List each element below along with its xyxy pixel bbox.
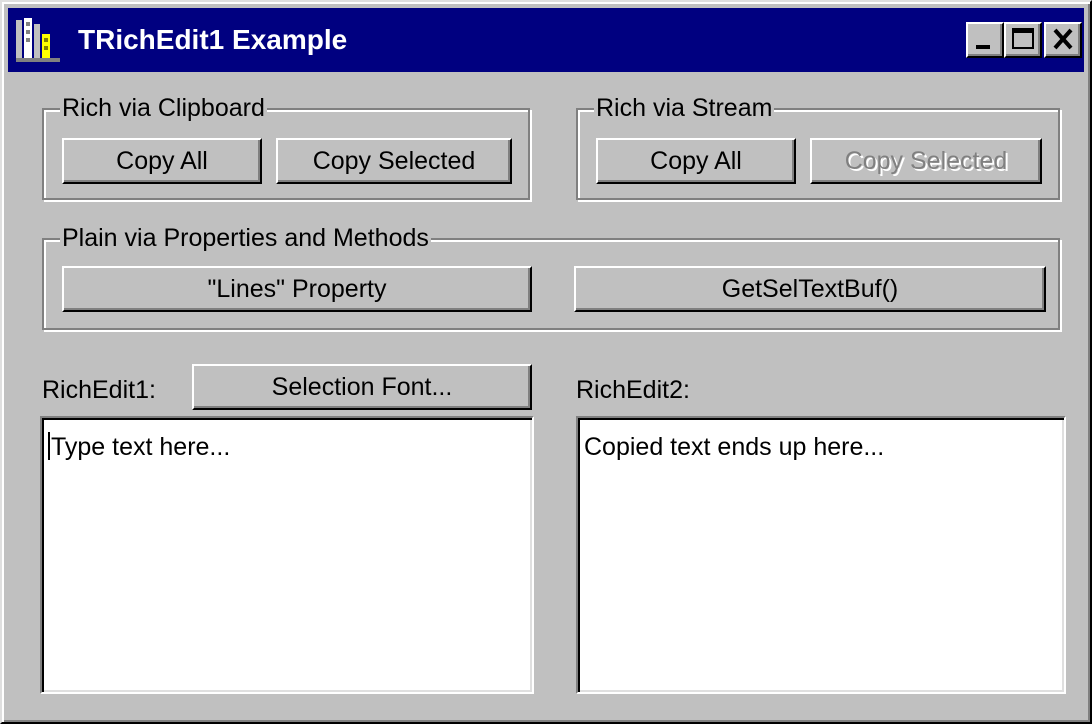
selection-font-button[interactable]: Selection Font...	[192, 364, 532, 410]
get-sel-text-buf-button[interactable]: GetSelTextBuf()	[574, 266, 1046, 312]
app-window: TRichEdit1 Example Rich via Clipboard Co…	[0, 0, 1092, 724]
maximize-icon	[1012, 28, 1034, 49]
group-rich-via-stream: Rich via Stream Copy All Copy Selected	[576, 92, 1060, 200]
richedit2-text: Copied text ends up here...	[584, 433, 885, 461]
minimize-button[interactable]	[966, 22, 1004, 58]
richedit2-editor[interactable]: Copied text ends up here...	[576, 416, 1066, 694]
group-label: Rich via Stream	[594, 92, 775, 124]
richedit1-text: Type text here...	[51, 433, 231, 461]
text-caret	[48, 432, 50, 460]
close-button[interactable]	[1044, 22, 1082, 58]
stream-copy-selected-button: Copy Selected	[810, 138, 1042, 184]
richedit1-editor[interactable]: Type text here...	[40, 416, 534, 694]
group-rich-via-clipboard: Rich via Clipboard Copy All Copy Selecte…	[42, 92, 530, 200]
richedit2-label: RichEdit2:	[576, 376, 690, 404]
title-bar[interactable]: TRichEdit1 Example	[8, 8, 1084, 72]
clipboard-copy-all-button[interactable]: Copy All	[62, 138, 262, 184]
delphi-app-icon[interactable]	[14, 16, 62, 64]
richedit1-label: RichEdit1:	[42, 376, 156, 404]
maximize-button[interactable]	[1004, 22, 1042, 58]
clipboard-copy-selected-button[interactable]: Copy Selected	[276, 138, 512, 184]
stream-copy-all-button[interactable]: Copy All	[596, 138, 796, 184]
lines-property-button[interactable]: "Lines" Property	[62, 266, 532, 312]
group-label: Rich via Clipboard	[60, 92, 267, 124]
window-title: TRichEdit1 Example	[78, 24, 348, 55]
group-plain-via-properties: Plain via Properties and Methods "Lines"…	[42, 222, 1060, 330]
group-label: Plain via Properties and Methods	[60, 222, 431, 254]
minimize-icon	[976, 45, 990, 49]
close-icon	[1053, 28, 1073, 50]
